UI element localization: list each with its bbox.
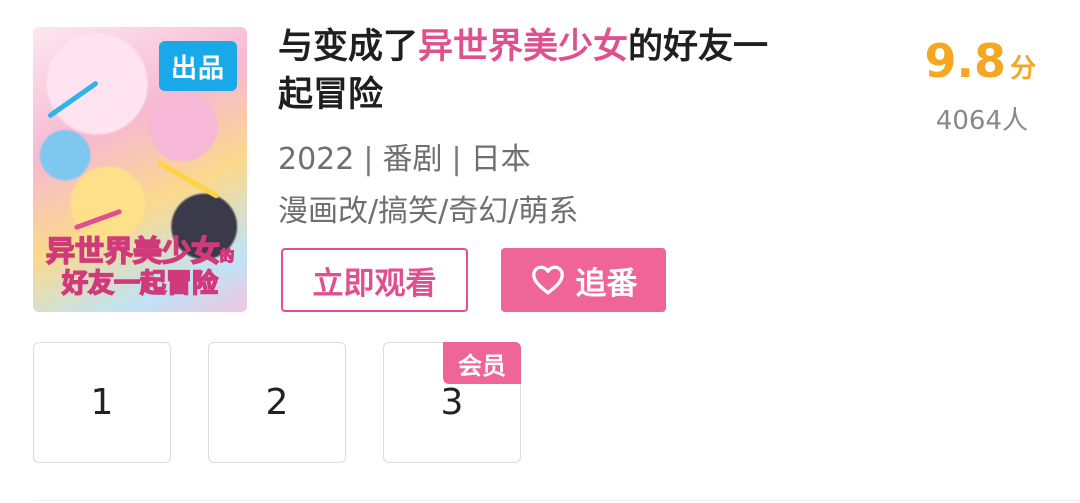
episode-number: 3 (440, 382, 464, 423)
rating-score: 9.8 分 (924, 34, 1036, 88)
vip-badge: 会员 (443, 342, 521, 384)
poster-decoration (46, 80, 100, 119)
meta-year: 2022 (278, 142, 355, 177)
show-meta: 2022 | 番剧 | 日本 (278, 142, 531, 177)
follow-label: 追番 (575, 265, 638, 302)
episode-item-1[interactable]: 1 (33, 342, 171, 463)
follow-button[interactable]: 追番 (501, 248, 666, 312)
poster-decoration (73, 208, 123, 231)
episode-item-2[interactable]: 2 (208, 342, 346, 463)
divider (33, 500, 1080, 501)
episode-item-3[interactable]: 3 会员 (383, 342, 521, 463)
heart-icon (531, 265, 564, 295)
show-title: 与变成了异世界美少女的好友一 起冒险 (278, 27, 769, 115)
poster-title: 异世界美少女的 好友一起冒险 (45, 234, 235, 299)
meta-type: 番剧 (382, 142, 443, 177)
rating-votes: 4064人 (935, 106, 1028, 136)
episode-number: 2 (265, 382, 289, 423)
watch-now-button[interactable]: 立即观看 (281, 248, 468, 312)
producer-badge: 出品 (159, 41, 237, 91)
show-tags: 漫画改/搞笑/奇幻/萌系 (278, 194, 579, 229)
episode-number: 1 (90, 382, 114, 423)
meta-region: 日本 (470, 142, 531, 177)
poster-decoration (156, 159, 220, 200)
title-highlight: 异世界美少女 (418, 27, 629, 67)
